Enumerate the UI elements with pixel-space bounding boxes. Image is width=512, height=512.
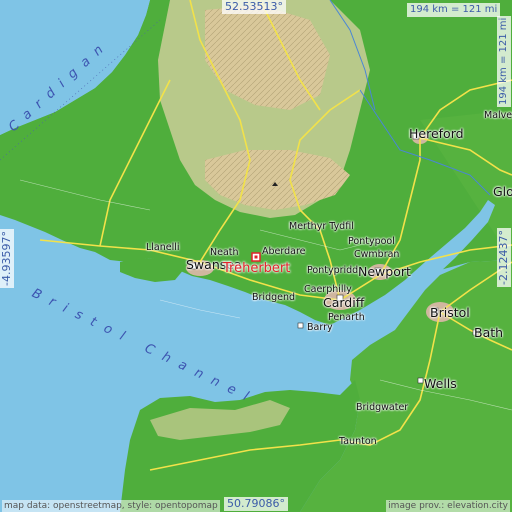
place-gloucester: Glo: [493, 184, 512, 199]
place-pontypridd: Pontypridd: [307, 265, 359, 276]
place-newport: Newport: [358, 264, 411, 279]
place-caerphilly: Caerphilly: [304, 284, 352, 295]
place-aberdare: Aberdare: [262, 246, 306, 257]
attribution-map-data: map data: openstreetmap, style: opentopo…: [2, 500, 220, 512]
place-barry: Barry: [307, 322, 333, 333]
place-cwmbran: Cwmbran: [354, 249, 400, 260]
place-hereford: Hereford: [409, 126, 464, 141]
coord-right: -2.12437°: [497, 228, 511, 287]
place-bath: Bath: [474, 325, 504, 340]
place-penarth: Penarth: [328, 312, 365, 323]
scale-right: 194 km = 121 mi: [497, 15, 511, 107]
place-llanelli: Llanelli: [146, 242, 180, 253]
place-bristol: Bristol: [430, 305, 470, 320]
treherbert-marker[interactable]: [251, 252, 261, 262]
place-malvern: Malvern: [484, 110, 512, 121]
coord-top: 52.53513°: [222, 0, 286, 14]
place-pontypool: Pontypool: [348, 236, 395, 247]
place-cardiff: Cardiff: [323, 295, 365, 310]
place-bridgend: Bridgend: [252, 292, 296, 303]
place-taunton: Taunton: [339, 436, 377, 447]
coord-bottom: 50.79086°: [224, 497, 288, 511]
place-merthyr: Merthyr Tydfil: [289, 221, 354, 232]
place-bridgwater: Bridgwater: [356, 402, 409, 413]
highlight-label[interactable]: Treherbert: [223, 261, 290, 276]
attribution-image-provider: image prov.: elevation.city: [386, 500, 510, 512]
scale-top: 194 km = 121 mi: [407, 3, 501, 17]
place-wells: Wells: [424, 376, 457, 391]
coord-left: -4.93597°: [0, 229, 14, 288]
